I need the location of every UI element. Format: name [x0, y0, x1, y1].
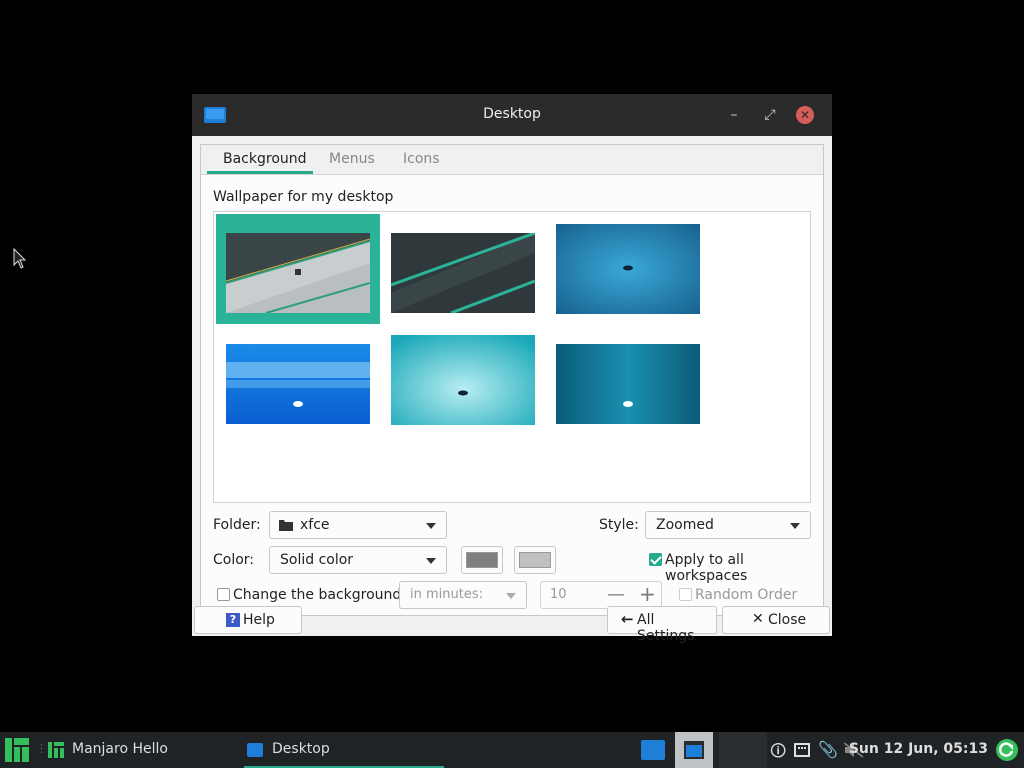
wallpaper-grid: [213, 211, 811, 503]
taskbar-item-desktop[interactable]: Desktop: [244, 732, 444, 768]
chevron-down-icon: [506, 593, 516, 599]
update-shield-icon[interactable]: 🛈: [770, 740, 786, 767]
wallpaper-thumbnail[interactable]: [556, 224, 700, 314]
close-window-button[interactable]: ✕: [796, 106, 814, 124]
desktop-icon: [641, 740, 665, 760]
clock[interactable]: Sun 12 Jun, 05:13: [849, 741, 988, 757]
color-mode-combo[interactable]: Solid color: [269, 546, 447, 574]
style-label: Style:: [599, 517, 639, 533]
interval-unit-combo[interactable]: in minutes:: [399, 581, 527, 609]
wallpaper-thumbnail[interactable]: [226, 233, 370, 323]
close-button[interactable]: ✕ Close: [722, 606, 830, 634]
chevron-down-icon: [426, 523, 436, 529]
style-combo[interactable]: Zoomed: [645, 511, 811, 539]
secondary-color-button[interactable]: [514, 546, 556, 574]
chevron-down-icon: [790, 523, 800, 529]
apply-all-workspaces-checkbox[interactable]: [649, 553, 662, 566]
help-icon: ?: [226, 613, 240, 627]
manjaro-hello-icon: [48, 742, 64, 758]
network-icon[interactable]: [794, 743, 810, 757]
random-order-checkbox[interactable]: [679, 588, 692, 601]
plus-icon[interactable]: +: [639, 582, 656, 606]
minus-icon[interactable]: —: [607, 584, 625, 605]
apply-all-workspaces-label[interactable]: Apply to all workspaces: [665, 552, 823, 584]
maximize-button[interactable]: ⤢: [760, 105, 780, 125]
active-tab-indicator: [207, 171, 313, 174]
mouse-cursor-icon: [13, 248, 27, 269]
power-refresh-icon[interactable]: [995, 738, 1019, 762]
folder-label: Folder:: [213, 517, 261, 533]
taskbar: ⋮ Manjaro Hello Desktop 🛈 📎 Sun 12 Jun, …: [0, 732, 1024, 768]
primary-color-swatch: [466, 552, 498, 568]
wallpaper-thumbnail[interactable]: [226, 344, 370, 434]
application-menu-button[interactable]: [0, 732, 34, 768]
wallpaper-thumbnail[interactable]: [391, 233, 535, 323]
manjaro-logo-icon: [5, 738, 29, 762]
chevron-down-icon: [426, 558, 436, 564]
arrow-left-icon: ←: [621, 610, 634, 628]
workspace-2[interactable]: [675, 732, 713, 768]
close-icon: ✕: [752, 611, 764, 627]
paperclip-icon[interactable]: 📎: [818, 740, 838, 759]
tab-background[interactable]: Background: [223, 151, 307, 167]
tab-bar: Background Menus Icons: [201, 145, 823, 175]
workspace-window-icon: [684, 741, 704, 759]
folder-icon: [279, 520, 293, 531]
secondary-color-swatch: [519, 552, 551, 568]
wallpaper-thumbnail[interactable]: [556, 344, 700, 434]
minimize-button[interactable]: –: [724, 105, 744, 125]
workspace-3[interactable]: [719, 732, 767, 768]
interval-value: 10: [550, 587, 567, 602]
tab-menus[interactable]: Menus: [329, 151, 375, 167]
desktop-settings-window: Desktop – ⤢ ✕ Background Menus Icons Wal…: [192, 94, 832, 644]
wallpaper-section-label: Wallpaper for my desktop: [213, 189, 394, 205]
change-background-label[interactable]: Change the background: [233, 587, 401, 603]
tab-icons[interactable]: Icons: [403, 151, 440, 167]
wallpaper-thumbnail[interactable]: [391, 335, 535, 425]
window-titlebar[interactable]: Desktop – ⤢ ✕: [192, 94, 832, 136]
all-settings-button[interactable]: ← All Settings: [607, 606, 717, 644]
taskbar-item-manjaro-hello[interactable]: Manjaro Hello: [44, 732, 234, 768]
desktop-app-icon: [247, 743, 263, 757]
change-background-checkbox[interactable]: [217, 588, 230, 601]
interval-spinbox[interactable]: 10 — +: [540, 581, 662, 609]
settings-notebook: Background Menus Icons Wallpaper for my …: [200, 144, 824, 616]
folder-combo[interactable]: xfce: [269, 511, 447, 539]
help-button[interactable]: ? Help: [194, 606, 302, 634]
color-label: Color:: [213, 552, 255, 568]
primary-color-button[interactable]: [461, 546, 503, 574]
workspace-1[interactable]: [636, 732, 670, 768]
random-order-label[interactable]: Random Order: [695, 587, 797, 603]
